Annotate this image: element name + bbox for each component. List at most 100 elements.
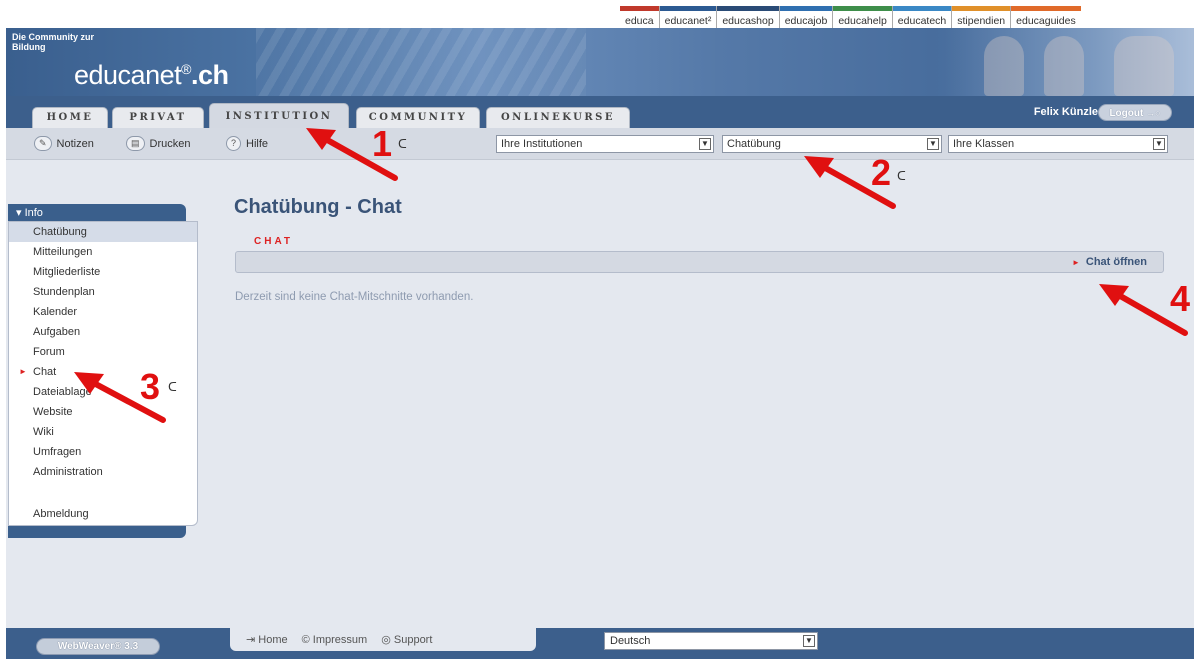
sidebar-item-aufgaben[interactable]: Aufgaben bbox=[9, 322, 197, 342]
webweaver-badge[interactable]: WebWeaver® 3.3 bbox=[36, 638, 160, 655]
toolbar: ✎ Notizen ▤ Drucken ? Hilfe Ihre Institutio… bbox=[6, 128, 1194, 160]
copyright-icon: © bbox=[301, 633, 310, 646]
sidebar-item-wiki[interactable]: Wiki bbox=[9, 422, 197, 442]
portal-link-label: educaguides bbox=[1016, 15, 1076, 27]
footer-link-support[interactable]: ◎ Support bbox=[381, 633, 432, 646]
notes-label: Notizen bbox=[56, 137, 94, 150]
cursor-icon: ᑕ bbox=[168, 380, 177, 394]
logo-text: educanet bbox=[74, 60, 182, 90]
main-nav-tabs: HOME PRIVAT INSTITUTION COMMUNITY ONLINE… bbox=[6, 96, 1194, 128]
logo-suffix: .ch bbox=[190, 60, 229, 90]
sidebar-item-stundenplan[interactable]: Stundenplan bbox=[9, 282, 197, 302]
portal-link-color-bar bbox=[779, 6, 833, 11]
course-select[interactable]: Chatübung ▼ bbox=[722, 135, 942, 153]
tab-home[interactable]: HOME bbox=[32, 107, 108, 128]
sidebar-item-website[interactable]: Website bbox=[9, 402, 197, 422]
section-label: CHAT bbox=[254, 236, 294, 247]
sidebar-item-mitgliederliste[interactable]: Mitgliederliste bbox=[9, 262, 197, 282]
language-select-value: Deutsch bbox=[610, 635, 651, 647]
sidebar-item-chatuebung[interactable]: Chatübung bbox=[9, 222, 197, 242]
portal-link-educajob[interactable]: educajob bbox=[778, 6, 833, 28]
footer-link-impressum[interactable]: © Impressum bbox=[302, 634, 368, 646]
student-face-image bbox=[1114, 36, 1174, 96]
empty-state-message: Derzeit sind keine Chat-Mitschnitte vorh… bbox=[235, 291, 474, 303]
portal-link-educashop[interactable]: educashop bbox=[716, 6, 779, 28]
students-photo bbox=[944, 28, 1194, 96]
open-chat-label: Chat öffnen bbox=[1085, 256, 1147, 268]
portal-link-color-bar bbox=[1011, 6, 1081, 11]
sidebar-item-mitteilungen[interactable]: Mitteilungen bbox=[9, 242, 197, 262]
open-chat-link[interactable]: ► Chat öffnen bbox=[1072, 256, 1147, 268]
portal-link-educanet[interactable]: educanet² bbox=[658, 6, 717, 28]
sidebar-item-forum[interactable]: Forum bbox=[9, 342, 197, 362]
footer-link-label: Support bbox=[393, 634, 433, 646]
help-button[interactable]: ? Hilfe bbox=[226, 136, 268, 151]
sidebar-menu: Chatübung Mitteilungen Mitgliederliste S… bbox=[8, 221, 198, 526]
tab-privat[interactable]: PRIVAT bbox=[112, 107, 204, 128]
classes-select[interactable]: Ihre Klassen ▼ bbox=[948, 135, 1168, 153]
portal-link-label: educanet² bbox=[664, 15, 712, 27]
annotation-number-4: 4 bbox=[1170, 278, 1191, 319]
chevron-down-icon: ▼ bbox=[699, 138, 711, 150]
chevron-down-icon: ▼ bbox=[927, 138, 939, 150]
logout-button[interactable]: Logout →○ bbox=[1098, 104, 1172, 121]
classes-select-value: Ihre Klassen bbox=[953, 138, 1015, 150]
portal-link-color-bar bbox=[717, 6, 779, 11]
portal-link-label: educa bbox=[625, 15, 654, 27]
help-icon: ? bbox=[226, 136, 242, 151]
site-tagline: Die Community zur Bildung bbox=[12, 32, 95, 52]
section-bar: ► Chat öffnen bbox=[235, 251, 1164, 273]
site-logo[interactable]: educanet®.ch bbox=[74, 60, 229, 91]
portal-link-color-bar bbox=[892, 6, 952, 11]
logout-label: Logout bbox=[1109, 108, 1144, 119]
annotation-number-2: 2 bbox=[871, 152, 892, 193]
logo-registered-mark: ® bbox=[181, 61, 191, 77]
footer-link-home[interactable]: ⇥ Home bbox=[246, 633, 288, 646]
sidebar-item-label: Chat bbox=[33, 366, 57, 378]
sidebar-header-info[interactable]: ▾ Info bbox=[8, 204, 186, 221]
portal-link-educahelp[interactable]: educahelp bbox=[832, 6, 892, 28]
sidebar-item-chat[interactable]: ► Chat bbox=[9, 362, 197, 382]
sidebar-item-abmeldung[interactable]: Abmeldung bbox=[9, 504, 197, 524]
tab-institution[interactable]: INSTITUTION bbox=[209, 103, 349, 128]
institutions-select[interactable]: Ihre Institutionen ▼ bbox=[496, 135, 714, 153]
footer-link-label: Impressum bbox=[312, 633, 368, 646]
webweaver-label: WebWeaver® 3.3 bbox=[57, 641, 139, 652]
portal-link-label: stipendien bbox=[957, 15, 1006, 27]
home-icon: ⇥ bbox=[246, 634, 256, 646]
notes-button[interactable]: ✎ Notizen bbox=[34, 136, 94, 151]
tab-onlinekurse[interactable]: ONLINEKURSE bbox=[486, 107, 630, 128]
help-label: Hilfe bbox=[246, 137, 269, 150]
header-banner: Die Community zur Bildung educanet®.ch bbox=[6, 28, 1194, 96]
sidebar-item-kalender[interactable]: Kalender bbox=[9, 302, 197, 322]
sidebar-footer bbox=[8, 526, 186, 538]
student-face-image bbox=[1044, 36, 1084, 96]
sidebar-item-administration[interactable]: Administration bbox=[9, 462, 197, 482]
user-name: Felix Künzle bbox=[1033, 106, 1098, 118]
cursor-icon: ᑕ bbox=[398, 137, 407, 151]
portal-link-label: educatech bbox=[897, 15, 947, 27]
portal-link-stipendien[interactable]: stipendien bbox=[951, 6, 1011, 28]
current-item-marker-icon: ► bbox=[19, 367, 27, 376]
sidebar-item-umfragen[interactable]: Umfragen bbox=[9, 442, 197, 462]
keyboard-photo bbox=[256, 28, 586, 96]
portal-link-educatech[interactable]: educatech bbox=[891, 6, 952, 28]
language-select[interactable]: Deutsch ▼ bbox=[604, 632, 818, 650]
print-button[interactable]: ▤ Drucken bbox=[126, 136, 190, 151]
print-label: Drucken bbox=[149, 137, 191, 150]
footer-links: ⇥ Home © Impressum ◎ Support bbox=[230, 628, 536, 651]
institutions-select-value: Ihre Institutionen bbox=[501, 138, 583, 150]
footer-link-label: Home bbox=[258, 634, 288, 646]
page-title: Chatübung - Chat bbox=[234, 196, 402, 218]
cursor-icon: ᑕ bbox=[897, 169, 906, 183]
annotation-number-1: 1 bbox=[372, 123, 393, 164]
notes-icon: ✎ bbox=[34, 136, 52, 151]
arrow-right-icon: ► bbox=[1071, 258, 1080, 267]
chevron-down-icon: ▼ bbox=[803, 635, 815, 647]
portal-links-bar: educa educanet² educashop educajob educa… bbox=[620, 6, 1081, 28]
portal-link-educaguides[interactable]: educaguides bbox=[1010, 6, 1081, 28]
portal-link-educa[interactable]: educa bbox=[620, 6, 659, 28]
chevron-down-icon: ▼ bbox=[1153, 138, 1165, 150]
portal-link-label: educajob bbox=[784, 15, 828, 27]
print-icon: ▤ bbox=[126, 136, 145, 151]
